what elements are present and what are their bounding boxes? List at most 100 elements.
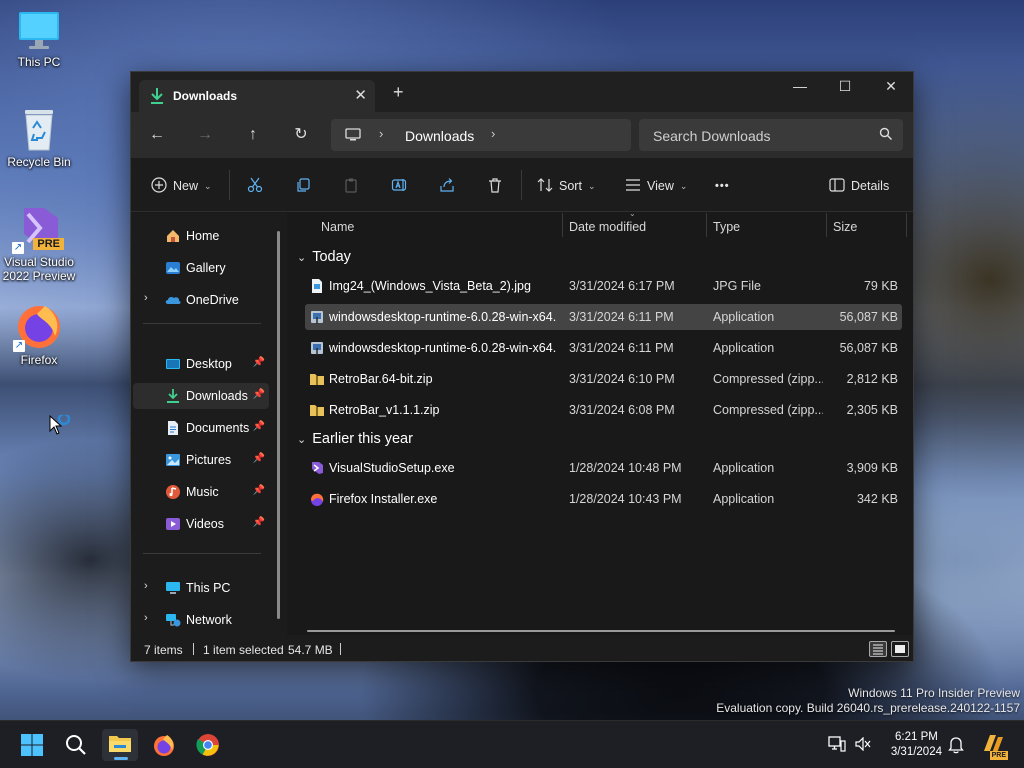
search-box[interactable]: Search Downloads — [639, 119, 903, 151]
pin-icon[interactable]: 📌 — [253, 389, 265, 400]
tab-downloads[interactable]: Downloads ✕ — [139, 80, 375, 112]
shortcut-arrow-icon: ↗ — [13, 340, 25, 352]
refresh-icon[interactable]: ↻ — [289, 124, 313, 146]
sidebar-item-label: OneDrive — [186, 293, 239, 307]
pin-icon[interactable]: 📌 — [253, 485, 265, 496]
file-type: Compressed (zipp... — [713, 372, 823, 386]
pin-icon[interactable]: 📌 — [253, 357, 265, 368]
computer-icon — [345, 128, 361, 145]
horizontal-scrollbar[interactable] — [307, 630, 895, 632]
close-button[interactable]: ✕ — [868, 72, 914, 102]
folder-icon — [108, 734, 132, 757]
sidebar-item-documents[interactable]: Documents 📌 — [133, 415, 269, 441]
up-arrow-icon[interactable]: ↑ — [241, 124, 265, 146]
file-row[interactable]: VisualStudioSetup.exe 1/28/2024 10:48 PM… — [305, 455, 902, 481]
copy-button[interactable] — [295, 175, 311, 197]
new-tab-button[interactable]: + — [393, 83, 404, 101]
more-options-button[interactable]: ••• — [715, 175, 730, 197]
sort-button[interactable]: Sort ⌄ — [537, 175, 595, 197]
minimize-button[interactable]: — — [777, 72, 823, 102]
chevron-down-icon: ⌄ — [297, 434, 307, 446]
breadcrumb-downloads[interactable]: Downloads — [405, 128, 474, 144]
back-arrow-icon[interactable]: ← — [145, 124, 169, 146]
taskbar-chrome[interactable] — [190, 729, 226, 761]
delete-button[interactable] — [487, 175, 503, 197]
firefox-icon — [152, 733, 176, 760]
column-type[interactable]: Type — [713, 220, 740, 234]
sidebar-item-music[interactable]: Music 📌 — [133, 479, 269, 505]
column-divider[interactable] — [706, 213, 707, 237]
search-button[interactable] — [58, 729, 94, 761]
sidebar-item-downloads[interactable]: Downloads 📌 — [133, 383, 269, 409]
system-clock[interactable]: 6:21 PM 3/31/2024 — [891, 730, 942, 760]
sidebar-item-desktop[interactable]: Desktop 📌 — [133, 351, 269, 377]
column-size[interactable]: Size — [833, 220, 857, 234]
sidebar-item-onedrive[interactable]: › OneDrive — [133, 287, 269, 313]
breadcrumb-chevron-icon[interactable]: › — [491, 126, 495, 141]
address-bar[interactable]: › Downloads › — [331, 119, 631, 151]
sidebar-scrollbar[interactable] — [277, 231, 280, 619]
forward-arrow-icon[interactable]: → — [193, 124, 217, 146]
file-row-selected[interactable]: windowsdesktop-runtime-6.0.28-win-x64...… — [305, 304, 902, 330]
tab-close-icon[interactable]: ✕ — [354, 86, 367, 104]
details-pane-button[interactable]: Details — [829, 175, 889, 197]
column-divider[interactable] — [906, 213, 907, 237]
search-placeholder: Search Downloads — [653, 128, 771, 144]
column-date-modified[interactable]: Date modified — [569, 220, 646, 234]
group-header-today[interactable]: ⌄ Today — [297, 249, 351, 265]
file-size: 56,087 KB — [839, 310, 898, 324]
share-button[interactable] — [439, 175, 455, 197]
desktop-icon-visual-studio-preview[interactable]: PRE ↗ Visual Studio 2022 Preview — [1, 204, 77, 283]
pin-icon[interactable]: 📌 — [253, 453, 265, 464]
firefox-icon: ↗ — [13, 302, 63, 352]
rename-button[interactable] — [391, 175, 407, 197]
tiles-view-button[interactable] — [891, 641, 909, 657]
sidebar-item-network[interactable]: › Network — [133, 607, 269, 633]
file-row[interactable]: windowsdesktop-runtime-6.0.28-win-x64...… — [305, 335, 902, 361]
details-view-button[interactable] — [869, 641, 887, 657]
notification-bell-icon[interactable] — [948, 736, 964, 757]
file-row[interactable]: Firefox Installer.exe 1/28/2024 10:43 PM… — [305, 486, 902, 512]
pin-icon[interactable]: 📌 — [253, 421, 265, 432]
network-status-icon[interactable] — [828, 736, 846, 755]
copilot-preview-icon[interactable]: PRE — [980, 731, 1008, 760]
new-button[interactable]: New ⌄ — [151, 175, 212, 197]
installer-icon — [309, 340, 325, 356]
file-size: 3,909 KB — [846, 461, 898, 475]
breadcrumb-chevron-icon[interactable]: › — [379, 126, 383, 141]
chevron-right-icon[interactable]: › — [144, 580, 148, 592]
paste-button[interactable] — [343, 175, 359, 197]
sidebar-item-gallery[interactable]: Gallery — [133, 255, 269, 281]
start-button[interactable] — [14, 729, 50, 761]
desktop-icon-firefox[interactable]: ↗ Firefox — [1, 302, 77, 367]
maximize-button[interactable]: ☐ — [822, 72, 868, 102]
desktop-icon-recycle-bin[interactable]: Recycle Bin — [1, 106, 77, 169]
pin-icon[interactable]: 📌 — [253, 517, 265, 528]
file-explorer-window[interactable]: Downloads ✕ + — ☐ ✕ ← → ↑ ↻ › Downloads … — [130, 71, 914, 662]
chevron-right-icon[interactable]: › — [144, 292, 148, 304]
copy-icon — [295, 177, 311, 196]
desktop-icon-this-pc[interactable]: This PC — [1, 10, 77, 69]
column-name[interactable]: Name — [321, 220, 354, 234]
firefox-installer-icon — [309, 491, 325, 507]
view-button[interactable]: View ⌄ — [625, 175, 687, 197]
column-divider[interactable] — [826, 213, 827, 237]
taskbar-file-explorer[interactable] — [102, 729, 138, 761]
taskbar: 6:21 PM 3/31/2024 PRE — [0, 720, 1024, 768]
group-header-earlier-this-year[interactable]: ⌄ Earlier this year — [297, 431, 413, 447]
title-bar[interactable]: Downloads ✕ + — ☐ ✕ — [131, 72, 913, 112]
file-row[interactable]: RetroBar_v1.1.1.zip 3/31/2024 6:08 PM Co… — [305, 397, 902, 423]
clock-time: 6:21 PM — [895, 731, 938, 743]
sidebar-item-home[interactable]: Home — [133, 223, 269, 249]
taskbar-firefox[interactable] — [146, 729, 182, 761]
volume-muted-icon[interactable] — [855, 736, 871, 754]
chevron-right-icon[interactable]: › — [144, 612, 148, 624]
sidebar-item-this-pc[interactable]: › This PC — [133, 575, 269, 601]
sidebar-item-pictures[interactable]: Pictures 📌 — [133, 447, 269, 473]
file-row[interactable]: Img24_(Windows_Vista_Beta_2).jpg 3/31/20… — [305, 273, 902, 299]
column-divider[interactable] — [562, 213, 563, 237]
image-file-icon — [309, 278, 325, 294]
file-row[interactable]: RetroBar.64-bit.zip 3/31/2024 6:10 PM Co… — [305, 366, 902, 392]
cut-button[interactable] — [247, 175, 263, 197]
sidebar-item-videos[interactable]: Videos 📌 — [133, 511, 269, 537]
